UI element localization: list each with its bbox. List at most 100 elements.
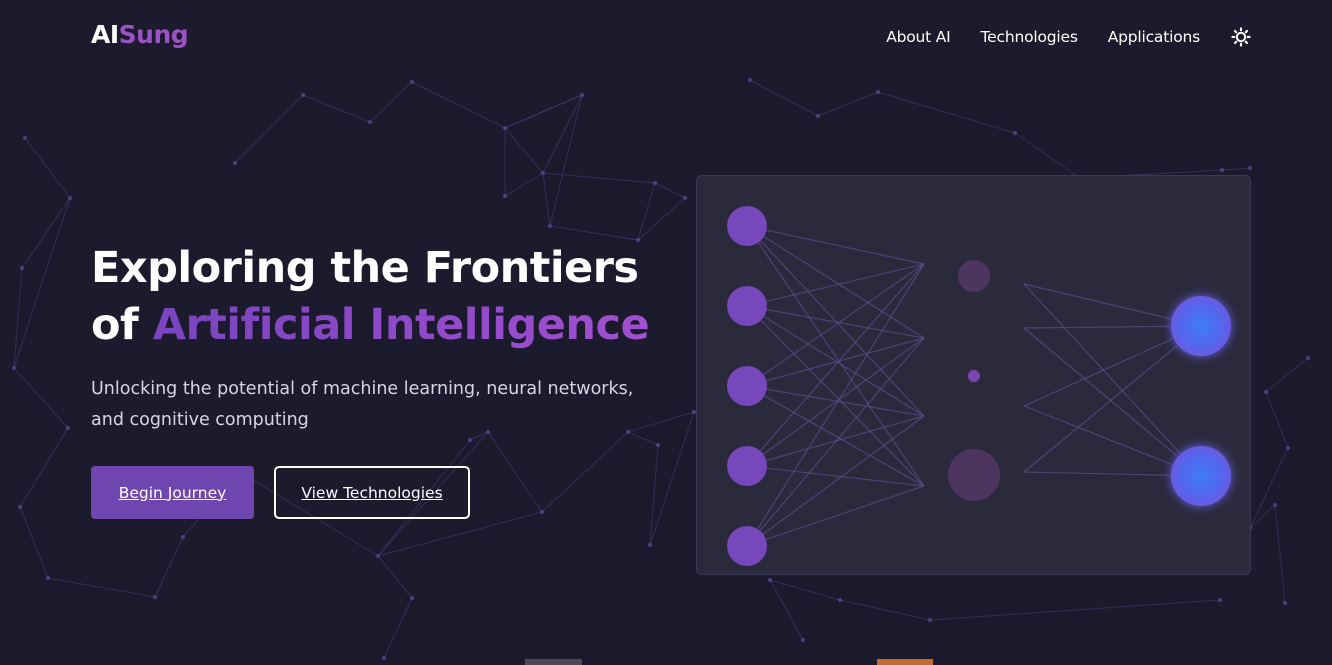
hero-title: Exploring the Frontiers of Artificial In…	[91, 240, 650, 354]
background-network-dot	[301, 93, 305, 97]
background-network-dot	[1273, 503, 1277, 507]
background-network-line	[487, 431, 543, 513]
background-network-line	[13, 367, 69, 429]
background-network-dot	[683, 196, 687, 200]
background-network-dot	[410, 80, 414, 84]
brand-logo-suffix: Sung	[118, 20, 189, 49]
background-network-line	[504, 172, 544, 197]
hero-subtitle: Unlocking the potential of machine learn…	[91, 379, 634, 430]
background-network-line	[19, 427, 69, 508]
background-network-dot	[748, 78, 752, 82]
hidden-neuron	[958, 260, 990, 292]
background-network-line	[234, 94, 304, 164]
background-network-line	[19, 506, 49, 579]
neural-connection-line	[1023, 325, 1202, 473]
main-nav: About AI Technologies Applications	[886, 26, 1252, 48]
background-network-line	[749, 79, 819, 117]
neural-connection-line	[746, 337, 925, 387]
neural-connection-line	[746, 263, 925, 307]
background-network-dot	[181, 535, 185, 539]
background-network-line	[877, 91, 1016, 134]
background-network-line	[649, 444, 659, 546]
hidden-neuron	[948, 449, 1000, 501]
nav-link-about-ai[interactable]: About AI	[886, 28, 951, 46]
background-network-dot	[12, 366, 16, 370]
background-network-dot	[410, 596, 414, 600]
background-network-line	[549, 94, 583, 227]
background-network-line	[654, 182, 686, 199]
begin-journey-button[interactable]: Begin Journey	[91, 466, 254, 519]
neural-network-visual	[696, 175, 1251, 575]
input-neuron	[727, 366, 767, 406]
background-network-line	[769, 579, 804, 641]
background-network-dot	[653, 181, 657, 185]
neural-connection-line	[746, 263, 925, 547]
background-network-line	[504, 127, 544, 174]
neural-connection-line	[746, 225, 925, 265]
input-neuron	[727, 286, 767, 326]
background-network-dot	[801, 638, 805, 642]
background-network-dot	[46, 576, 50, 580]
brand-logo[interactable]: AISung	[91, 20, 189, 49]
background-network-dot	[376, 554, 380, 558]
landing-page: AISung About AI Technologies Application…	[0, 0, 1332, 665]
background-network-dot	[1286, 446, 1290, 450]
output-neuron	[1171, 296, 1231, 356]
background-network-line	[637, 197, 686, 241]
background-network-dot	[368, 120, 372, 124]
background-network-line	[504, 94, 583, 129]
background-network-line	[817, 91, 879, 117]
background-network-dot	[1218, 598, 1222, 602]
background-network-dot	[68, 196, 72, 200]
background-network-line	[21, 197, 71, 269]
background-network-dot	[1264, 390, 1268, 394]
neural-connection-line	[1023, 327, 1202, 477]
brand-logo-prefix: AI	[91, 20, 119, 49]
nav-link-technologies[interactable]: Technologies	[981, 28, 1078, 46]
nav-link-applications[interactable]: Applications	[1108, 28, 1200, 46]
background-network-line	[649, 411, 695, 546]
background-network-line	[411, 81, 506, 129]
background-network-dot	[816, 114, 820, 118]
background-network-dot	[18, 505, 22, 509]
background-network-dot	[928, 618, 932, 622]
background-network-dot	[540, 510, 544, 514]
background-network-line	[1265, 357, 1309, 393]
output-neuron	[1171, 446, 1231, 506]
background-network-line	[369, 81, 413, 123]
neural-connection-line	[746, 485, 925, 547]
background-network-dot	[468, 438, 472, 442]
hidden-neuron	[968, 370, 980, 382]
hero-title-accent: Artificial Intelligence	[152, 300, 650, 350]
background-network-dot	[838, 598, 842, 602]
background-network-line	[1014, 132, 1081, 179]
background-network-dot	[1283, 601, 1287, 605]
neural-connection-line	[746, 465, 925, 487]
background-network-dot	[541, 171, 545, 175]
sun-icon	[1231, 27, 1251, 47]
background-network-dot	[20, 266, 24, 270]
neural-connection-line	[746, 337, 925, 547]
background-network-line	[637, 182, 656, 241]
background-network-dot	[580, 93, 584, 97]
hero-title-line-2-prefix: of	[91, 300, 153, 350]
background-network-dot	[648, 543, 652, 547]
background-network-line	[1249, 447, 1289, 529]
background-network-dot	[1248, 166, 1252, 170]
theme-toggle-button[interactable]	[1230, 26, 1252, 48]
background-network-line	[769, 579, 841, 601]
background-network-dot	[768, 578, 772, 582]
view-technologies-button[interactable]: View Technologies	[274, 466, 470, 519]
background-network-dot	[1220, 168, 1224, 172]
background-network-dot	[876, 90, 880, 94]
background-network-line	[1249, 504, 1276, 529]
neural-network-diagram	[727, 206, 1231, 566]
hero-title-line-1: Exploring the Frontiers	[91, 243, 639, 293]
background-network-line	[13, 267, 23, 369]
background-network-line	[154, 536, 184, 598]
background-network-dot	[503, 126, 507, 130]
background-network-line	[302, 94, 371, 123]
section-preview-thumbnail	[525, 659, 582, 665]
background-network-line	[47, 577, 156, 598]
background-network-line	[542, 172, 551, 227]
